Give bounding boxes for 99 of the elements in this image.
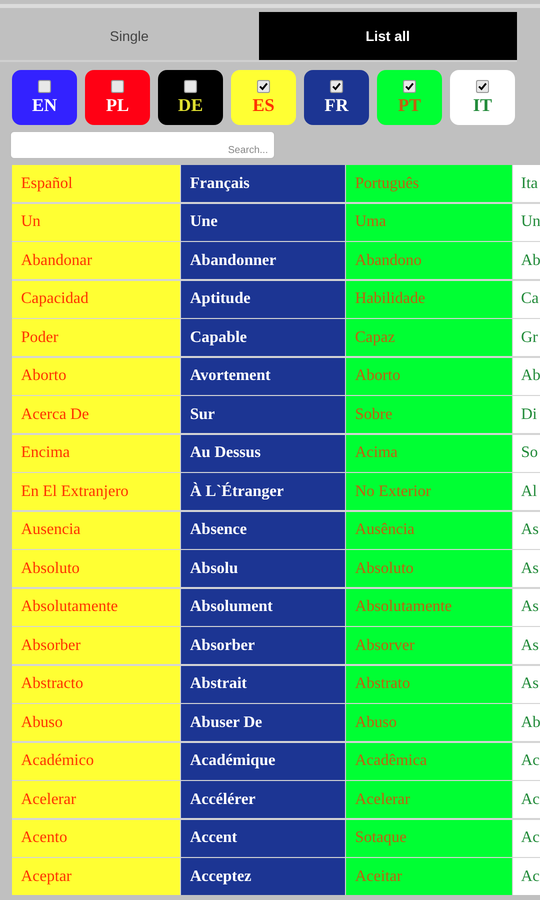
table-cell: Absorber [181, 627, 345, 664]
column-header: Ita [513, 165, 540, 202]
table-cell: En El Extranjero [12, 473, 180, 510]
table-cell: Un [513, 204, 540, 240]
checkbox[interactable] [111, 80, 124, 92]
table-cell: Sobre [346, 396, 512, 433]
checkbox[interactable] [330, 80, 343, 92]
language-code: ES [252, 94, 275, 116]
table-cell: Aborto [12, 358, 180, 394]
table-cell: Abandono [346, 242, 512, 279]
table-cell: Aptitude [181, 280, 345, 318]
table-cell: Abuso [346, 704, 512, 741]
language-toggle[interactable]: IT [450, 70, 515, 125]
table-cell: Sur [181, 396, 345, 433]
table-cell: Capaz [346, 319, 512, 356]
table-cell: Sotaque [346, 820, 512, 856]
table-cell: Abuser De [181, 704, 345, 741]
table-cell: Acelerar [346, 781, 512, 818]
table-cell: Absolu [181, 550, 345, 587]
table-cell: Aborto [346, 358, 512, 394]
table-cell: Uma [346, 204, 512, 240]
table-cell: Absorver [346, 627, 512, 664]
table-cell: Ausência [346, 512, 512, 548]
language-toggle[interactable]: FR [304, 70, 369, 125]
table-cell: Une [181, 204, 345, 240]
column-header: Español [12, 165, 180, 202]
table-cell: Absence [181, 512, 345, 548]
table-cell: Absolutamente [346, 588, 512, 626]
table-cell: Absorber [12, 627, 180, 664]
language-code: DE [178, 94, 203, 116]
language-toggle[interactable]: EN [12, 70, 77, 125]
table-cell: Académique [181, 742, 345, 780]
table-cell: Acceptez [181, 858, 345, 895]
table-cell: Habilidade [346, 280, 512, 318]
table-cell: Ac [513, 781, 540, 818]
table-cell: Absolument [181, 588, 345, 626]
table-cell: Aceptar [12, 858, 180, 895]
language-toggle[interactable]: ES [231, 70, 296, 125]
checkbox[interactable] [403, 80, 416, 92]
table-cell: So [513, 434, 540, 472]
table-cell: No Exterior [346, 473, 512, 510]
table-cell: Un [12, 204, 180, 240]
language-toggle[interactable]: PL [85, 70, 150, 125]
table-cell: As [513, 588, 540, 626]
table-cell: Absoluto [12, 550, 180, 587]
language-toggle[interactable]: DE [158, 70, 223, 125]
table-cell: Absoluto [346, 550, 512, 587]
table-cell: Acima [346, 434, 512, 472]
table-cell: Capacidad [12, 280, 180, 318]
language-code: IT [472, 94, 492, 116]
table-cell: Ab [513, 358, 540, 394]
table-cell: Abuso [12, 704, 180, 741]
table-cell: Abstrato [346, 666, 512, 702]
table-cell: Accent [181, 820, 345, 856]
language-code: EN [32, 94, 57, 116]
table-cell: Poder [12, 319, 180, 356]
language-code: PL [106, 94, 129, 116]
checkbox[interactable] [257, 80, 270, 92]
table-cell: Al [513, 473, 540, 510]
table-cell: Abandonner [181, 242, 345, 279]
table-cell: Ca [513, 280, 540, 318]
table-cell: As [513, 550, 540, 587]
search-field[interactable]: Search... [10, 131, 275, 159]
checkbox[interactable] [38, 80, 51, 92]
table-cell: Académico [12, 742, 180, 780]
table-cell: Acadêmica [346, 742, 512, 780]
table-cell: Acento [12, 820, 180, 856]
table-cell: Au Dessus [181, 434, 345, 472]
table-cell: À L`Étranger [181, 473, 345, 510]
table-cell: Acelerar [12, 781, 180, 818]
table-cell: As [513, 512, 540, 548]
table-cell: Abstrait [181, 666, 345, 702]
language-code: FR [324, 94, 348, 116]
table-cell: Abstracto [12, 666, 180, 702]
table-cell: Absolutamente [12, 588, 180, 626]
table-cell: Capable [181, 319, 345, 356]
table-cell: Ausencia [12, 512, 180, 548]
table-cell: As [513, 627, 540, 664]
table-cell: Ab [513, 242, 540, 279]
language-code: PT [398, 94, 421, 116]
table-cell: Acerca De [12, 396, 180, 433]
table-cell: Ac [513, 742, 540, 780]
language-toggle[interactable]: PT [377, 70, 442, 125]
table-cell: Ac [513, 858, 540, 895]
table-cell: Abandonar [12, 242, 180, 279]
table-cell: Gr [513, 319, 540, 356]
table-cell: Aceitar [346, 858, 512, 895]
column-header: Français [181, 165, 345, 202]
table-cell: As [513, 666, 540, 702]
table-cell: Ac [513, 820, 540, 856]
table-cell: Avortement [181, 358, 345, 394]
tab[interactable]: List all [258, 12, 517, 60]
table-cell: Di [513, 396, 540, 433]
checkbox[interactable] [476, 80, 489, 92]
table-cell: Encima [12, 434, 180, 472]
checkbox[interactable] [184, 80, 197, 92]
table-cell: Accélérer [181, 781, 345, 818]
column-header: Português [346, 165, 512, 202]
table-cell: Ab [513, 704, 540, 741]
